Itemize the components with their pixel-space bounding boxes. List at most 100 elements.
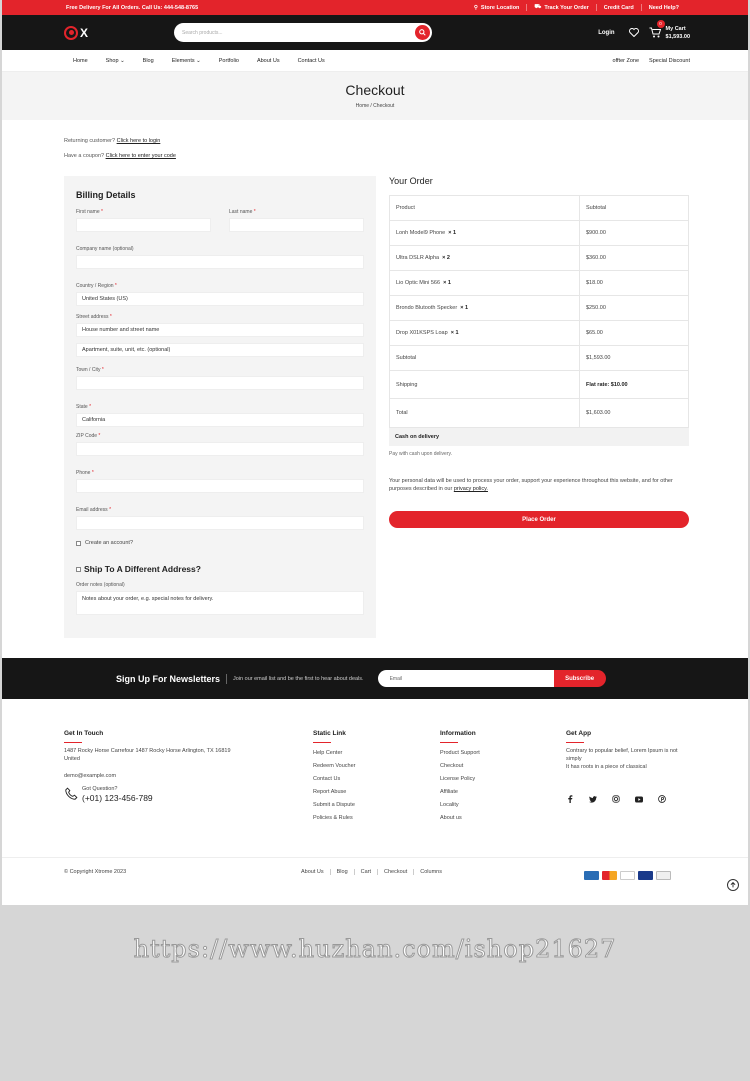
nav-special-discount[interactable]: Special Discount — [649, 58, 690, 64]
footer-phone[interactable]: (+01) 123-456-789 — [82, 793, 153, 803]
search-button[interactable] — [415, 25, 430, 40]
store-location-link[interactable]: ⚲ Store Location — [467, 4, 527, 11]
privacy-policy-link[interactable]: privacy policy. — [454, 486, 488, 492]
order-table-header: Product Subtotal — [390, 196, 688, 221]
last-name-field[interactable] — [229, 218, 364, 232]
zip-field[interactable] — [76, 442, 364, 456]
street-address-field[interactable]: House number and street name — [76, 323, 364, 337]
search-input[interactable]: Search products... — [174, 23, 432, 42]
country-select[interactable]: United States (US) — [76, 292, 364, 306]
table-row: Ultra DSLR Alpha × 2 $360.00 — [390, 246, 688, 271]
cart-label: My Cart — [665, 25, 686, 32]
search-icon — [419, 29, 426, 36]
footer-bottom-link[interactable]: Blog — [329, 869, 354, 875]
footer-link[interactable]: License Policy — [440, 773, 480, 786]
create-account-checkbox[interactable]: Create an account? — [76, 540, 364, 546]
footer-get-in-touch: Get In Touch 1487 Rocky Horse Carrefour … — [64, 729, 234, 803]
footer-link[interactable]: Policies & Rules — [313, 812, 356, 825]
footer-link[interactable]: About us — [440, 812, 480, 825]
nav-home[interactable]: Home — [73, 58, 88, 64]
pinterest-icon[interactable] — [658, 795, 666, 803]
footer-link[interactable]: Contact Us — [313, 773, 356, 786]
footer-link[interactable]: Report Abuse — [313, 786, 356, 799]
privacy-note: Your personal data will be used to proce… — [389, 478, 673, 492]
phone-field[interactable] — [76, 479, 364, 493]
checkout-page: Free Delivery For All Orders. Call Us: 4… — [2, 0, 748, 905]
login-link[interactable]: Login — [598, 30, 614, 36]
footer-bottom-link[interactable]: Checkout — [377, 869, 413, 875]
email-field[interactable] — [76, 516, 364, 530]
need-help-link[interactable]: Need Help? — [640, 4, 686, 11]
location-icon: ⚲ — [473, 4, 478, 11]
footer-link[interactable]: Submit a Dispute — [313, 799, 356, 812]
first-name-field[interactable] — [76, 218, 211, 232]
company-label: Company name (optional) — [76, 246, 134, 252]
back-to-top-button[interactable] — [727, 879, 739, 891]
footer-bottom-nav: About Us Blog Cart Checkout Columns — [301, 869, 448, 875]
nav-blog[interactable]: Blog — [143, 58, 154, 64]
coupon-notice-link[interactable]: Click here to enter your code — [106, 153, 176, 159]
credit-card-link[interactable]: Credit Card — [595, 4, 641, 11]
billing-title: Billing Details — [76, 190, 136, 200]
last-name-label: Last name * — [229, 209, 256, 215]
logo[interactable]: X — [64, 25, 174, 40]
place-order-button[interactable]: Place Order — [389, 511, 689, 528]
footer-information: Information Product Support Checkout Lic… — [440, 729, 480, 825]
logo-mark-icon — [64, 25, 78, 40]
footer-link[interactable]: Locality — [440, 799, 480, 812]
newsletter-title: Sign Up For Newsletters — [116, 673, 228, 684]
footer-link[interactable]: Affiliate — [440, 786, 480, 799]
shipping-row: Shipping Flat rate: $10.00 — [390, 371, 688, 399]
nav-contact[interactable]: Contact Us — [298, 58, 325, 64]
top-bar: Free Delivery For All Orders. Call Us: 4… — [2, 0, 748, 15]
amex-icon — [584, 871, 599, 880]
social-links — [566, 795, 691, 803]
youtube-icon[interactable] — [635, 795, 643, 803]
page-title: Checkout — [345, 82, 405, 98]
checkout-notices: Returning customer? Click here to login … — [2, 120, 748, 159]
payment-note: Pay with cash upon delivery. — [389, 451, 452, 457]
login-notice-link[interactable]: Click here to login — [117, 138, 161, 144]
ship-different-checkbox[interactable]: Ship To A Different Address? — [76, 564, 364, 574]
town-field[interactable] — [76, 376, 364, 390]
footer-link[interactable]: Checkout — [440, 760, 480, 773]
checkbox-icon — [76, 566, 81, 572]
footer-link[interactable]: Redeem Voucher — [313, 760, 356, 773]
billing-details-form: Billing Details First name * Last name *… — [64, 176, 376, 638]
table-row: Lio Optic Mini 566 × 1 $18.00 — [390, 271, 688, 296]
nav-shop[interactable]: Shop ⌄ — [106, 58, 125, 64]
payment-method-cod[interactable]: Cash on delivery — [389, 428, 689, 446]
state-select[interactable]: California — [76, 413, 364, 427]
order-table: Product Subtotal Lonh Model9 Phone × 1 $… — [389, 195, 689, 428]
subscribe-button[interactable]: Subscribe — [553, 670, 606, 687]
cart-total: $1,593.00 — [665, 33, 690, 40]
nav-offer-zone[interactable]: offter Zone — [613, 58, 640, 64]
footer-link[interactable]: Product Support — [440, 747, 480, 760]
facebook-icon[interactable] — [566, 795, 574, 803]
chevron-down-icon: ⌄ — [196, 57, 201, 64]
state-label: State * — [76, 404, 92, 410]
twitter-icon[interactable] — [589, 795, 597, 803]
newsletter-email-input[interactable]: Email — [377, 670, 554, 687]
apartment-field[interactable]: Apartment, suite, unit, etc. (optional) — [76, 343, 364, 357]
cart-button[interactable]: 0 My Cart $1,593.00 — [649, 19, 690, 41]
footer-link[interactable]: Help Center — [313, 747, 356, 760]
nav-elements[interactable]: Elements ⌄ — [172, 58, 201, 64]
instagram-icon[interactable] — [612, 795, 620, 803]
cart-count-badge: 0 — [656, 19, 665, 28]
nav-portfolio[interactable]: Portfolio — [219, 58, 239, 64]
order-title: Your Order — [389, 176, 433, 186]
track-order-link[interactable]: ⛟ Track Your Order — [526, 4, 595, 11]
nav-about[interactable]: About Us — [257, 58, 280, 64]
footer-email[interactable]: demo@example.com — [64, 770, 234, 783]
footer-bottom-link[interactable]: About Us — [301, 869, 330, 875]
arrow-up-icon — [730, 882, 736, 888]
order-notes-textarea[interactable]: Notes about your order, e.g. special not… — [76, 591, 364, 615]
main-nav: Home Shop ⌄ Blog Elements ⌄ Portfolio Ab… — [2, 50, 748, 72]
subtotal-row: Subtotal $1,593.00 — [390, 346, 688, 371]
footer-bottom-link[interactable]: Cart — [353, 869, 377, 875]
order-notes-label: Order notes (optional) — [76, 582, 125, 588]
footer-bottom-link[interactable]: Columns — [413, 869, 448, 875]
company-field[interactable] — [76, 255, 364, 269]
wishlist-heart-icon[interactable] — [628, 24, 639, 42]
